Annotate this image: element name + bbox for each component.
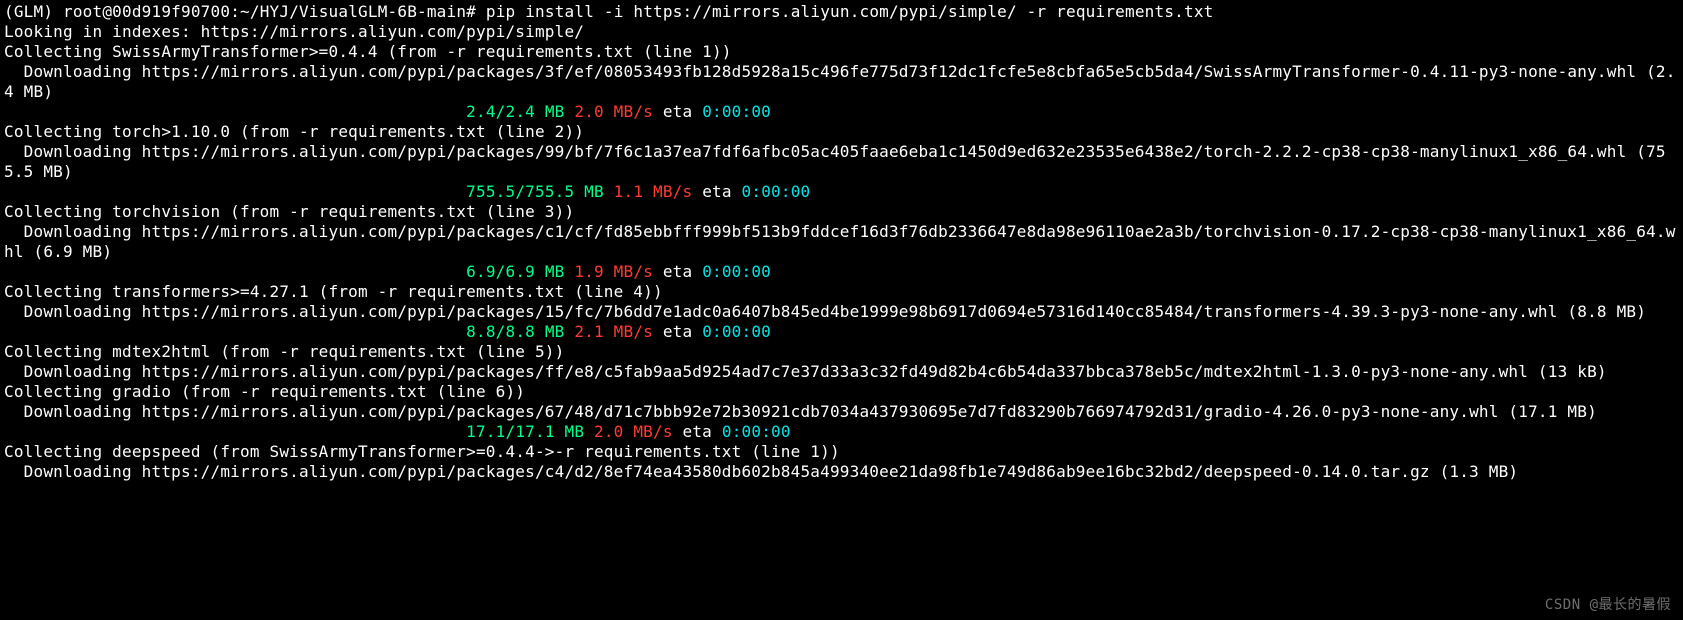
watermark: CSDN @最长的暑假: [1545, 594, 1671, 614]
pip-index-line: Looking in indexes: https://mirrors.aliy…: [4, 22, 584, 41]
progress-done: 2.4/2.4 MB: [466, 102, 564, 121]
progress-indent: [4, 422, 456, 442]
collect-line: Collecting SwissArmyTransformer>=0.4.4 (…: [4, 42, 732, 61]
progress-speed: 2.1 MB/s: [574, 322, 653, 341]
progress-speed: 2.0 MB/s: [594, 422, 673, 441]
shell-command: pip install -i https://mirrors.aliyun.co…: [486, 2, 1214, 21]
progress-done: 17.1/17.1 MB: [466, 422, 584, 441]
download-line: Downloading https://mirrors.aliyun.com/p…: [4, 362, 1607, 381]
download-line: Downloading https://mirrors.aliyun.com/p…: [4, 142, 1666, 181]
progress-eta-label: eta: [663, 262, 693, 281]
progress-eta: 0:00:00: [722, 422, 791, 441]
collect-line: Collecting mdtex2html (from -r requireme…: [4, 342, 564, 361]
progress-indent: [4, 262, 456, 282]
download-line: Downloading https://mirrors.aliyun.com/p…: [4, 462, 1518, 481]
progress-eta: 0:00:00: [702, 262, 771, 281]
download-line: Downloading https://mirrors.aliyun.com/p…: [4, 302, 1646, 321]
download-line: Downloading https://mirrors.aliyun.com/p…: [4, 222, 1676, 261]
collect-line: Collecting torch>1.10.0 (from -r require…: [4, 122, 584, 141]
collect-line: Collecting torchvision (from -r requirem…: [4, 202, 574, 221]
progress-done: 755.5/755.5 MB: [466, 182, 604, 201]
progress-eta-label: eta: [663, 322, 693, 341]
progress-done: 8.8/8.8 MB: [466, 322, 564, 341]
progress-indent: [4, 102, 456, 122]
progress-eta: 0:00:00: [702, 322, 771, 341]
progress-speed: 1.1 MB/s: [614, 182, 693, 201]
progress-speed: 1.9 MB/s: [574, 262, 653, 281]
collect-line: Collecting gradio (from -r requirements.…: [4, 382, 525, 401]
progress-done: 6.9/6.9 MB: [466, 262, 564, 281]
progress-eta: 0:00:00: [742, 182, 811, 201]
collect-line: Collecting transformers>=4.27.1 (from -r…: [4, 282, 663, 301]
progress-indent: [4, 182, 456, 202]
download-line: Downloading https://mirrors.aliyun.com/p…: [4, 402, 1597, 421]
collect-line: Collecting deepspeed (from SwissArmyTran…: [4, 442, 840, 461]
progress-eta-label: eta: [702, 182, 732, 201]
shell-prompt: (GLM) root@00d919f90700:~/HYJ/VisualGLM-…: [4, 2, 486, 21]
terminal-output[interactable]: (GLM) root@00d919f90700:~/HYJ/VisualGLM-…: [0, 0, 1683, 484]
progress-eta-label: eta: [663, 102, 693, 121]
progress-eta: 0:00:00: [702, 102, 771, 121]
progress-eta-label: eta: [683, 422, 713, 441]
progress-speed: 2.0 MB/s: [574, 102, 653, 121]
progress-indent: [4, 322, 456, 342]
download-line: Downloading https://mirrors.aliyun.com/p…: [4, 62, 1676, 101]
